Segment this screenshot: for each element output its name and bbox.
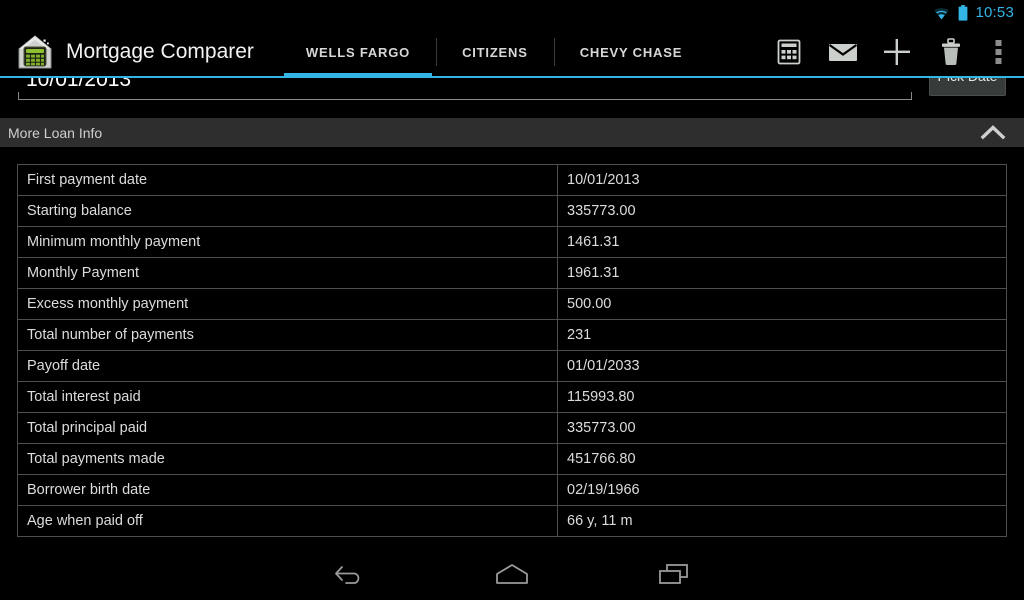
tab-citizens[interactable]: CITIZENS [436, 26, 554, 78]
table-row[interactable]: Total interest paid 115993.80 [17, 381, 1007, 413]
android-screen: 10:53 Mortgage Comparer WELLS FARGO CITI… [0, 0, 1024, 600]
status-bar-clock: 10:53 [975, 4, 1014, 21]
first-payment-date-row: 10/01/2013 Pick Date [0, 78, 1024, 116]
recents-button[interactable] [638, 552, 710, 596]
row-value: 451766.80 [557, 443, 1007, 475]
loan-info-table-body: First payment date 10/01/2013 Starting b… [17, 164, 1007, 537]
action-bar-buttons [762, 26, 1024, 78]
row-key: Total payments made [17, 443, 558, 475]
action-bar: Mortgage Comparer WELLS FARGO CITIZENS C… [0, 26, 1024, 78]
table-row[interactable]: First payment date 10/01/2013 [17, 164, 1007, 196]
row-key: Borrower birth date [17, 474, 558, 506]
overflow-menu-icon [995, 39, 1002, 65]
wifi-icon [932, 6, 951, 21]
row-key: Payoff date [17, 350, 558, 382]
action-bar-divider [0, 76, 1024, 78]
row-value: 66 y, 11 m [557, 505, 1007, 537]
delete-icon [939, 38, 963, 66]
row-key: Excess monthly payment [17, 288, 558, 320]
row-key: Age when paid off [17, 505, 558, 537]
table-row[interactable]: Total number of payments 231 [17, 319, 1007, 351]
row-key: Starting balance [17, 195, 558, 227]
row-key: First payment date [17, 164, 558, 196]
row-value: 115993.80 [557, 381, 1007, 413]
app-logo-icon [16, 33, 54, 71]
back-button[interactable] [314, 552, 386, 596]
table-row[interactable]: Age when paid off 66 y, 11 m [17, 505, 1007, 537]
navigation-bar [0, 548, 1024, 600]
row-value: 500.00 [557, 288, 1007, 320]
calculator-icon [776, 39, 802, 65]
app-title: Mortgage Comparer [66, 40, 254, 63]
tab-citizens-label: CITIZENS [462, 44, 528, 60]
home-button[interactable] [476, 552, 548, 596]
tab-wells-fargo-label: WELLS FARGO [305, 44, 411, 60]
delete-button[interactable] [924, 26, 978, 78]
overflow-menu-button[interactable] [978, 26, 1018, 78]
tab-chevy-chase-label: CHEVY CHASE [579, 44, 683, 60]
calculator-button[interactable] [762, 26, 816, 78]
add-icon [882, 37, 912, 67]
row-value: 1961.31 [557, 257, 1007, 289]
row-key: Minimum monthly payment [17, 226, 558, 258]
pick-date-button-label: Pick Date [938, 78, 998, 84]
tab-chevy-chase[interactable]: CHEVY CHASE [553, 26, 708, 78]
row-value: 01/01/2033 [557, 350, 1007, 382]
table-row[interactable]: Minimum monthly payment 1461.31 [17, 226, 1007, 258]
row-value: 1461.31 [557, 226, 1007, 258]
table-row[interactable]: Monthly Payment 1961.31 [17, 257, 1007, 289]
table-row[interactable]: Borrower birth date 02/19/1966 [17, 474, 1007, 506]
table-row[interactable]: Starting balance 335773.00 [17, 195, 1007, 227]
row-value: 10/01/2013 [557, 164, 1007, 196]
back-icon [333, 563, 367, 585]
email-icon [828, 41, 858, 63]
tab-bar: WELLS FARGO CITIZENS CHEVY CHASE [280, 26, 708, 78]
battery-icon [958, 5, 968, 21]
first-payment-date-value: 10/01/2013 [26, 78, 132, 91]
loan-info-table: First payment date 10/01/2013 Starting b… [17, 164, 1007, 537]
status-bar-right: 10:53 [932, 5, 1014, 21]
row-key: Total number of payments [17, 319, 558, 351]
first-payment-date-input[interactable]: 10/01/2013 [18, 78, 912, 100]
table-row[interactable]: Excess monthly payment 500.00 [17, 288, 1007, 320]
row-value: 335773.00 [557, 195, 1007, 227]
email-button[interactable] [816, 26, 870, 78]
home-icon [493, 562, 531, 586]
recents-icon [657, 562, 691, 586]
table-row[interactable]: Payoff date 01/01/2033 [17, 350, 1007, 382]
row-key: Monthly Payment [17, 257, 558, 289]
row-value: 02/19/1966 [557, 474, 1007, 506]
chevron-up-icon[interactable] [980, 122, 1006, 144]
row-key: Total principal paid [17, 412, 558, 444]
row-value: 231 [557, 319, 1007, 351]
add-button[interactable] [870, 26, 924, 78]
tab-wells-fargo[interactable]: WELLS FARGO [280, 26, 436, 78]
row-key: Total interest paid [17, 381, 558, 413]
status-bar: 10:53 [0, 0, 1024, 26]
scroll-content: 10/01/2013 Pick Date More Loan Info Firs… [0, 78, 1024, 548]
table-row[interactable]: Total payments made 451766.80 [17, 443, 1007, 475]
more-loan-info-title: More Loan Info [8, 124, 103, 141]
pick-date-button[interactable]: Pick Date [929, 78, 1006, 96]
row-value: 335773.00 [557, 412, 1007, 444]
table-row[interactable]: Total principal paid 335773.00 [17, 412, 1007, 444]
more-loan-info-header[interactable]: More Loan Info [0, 118, 1024, 148]
